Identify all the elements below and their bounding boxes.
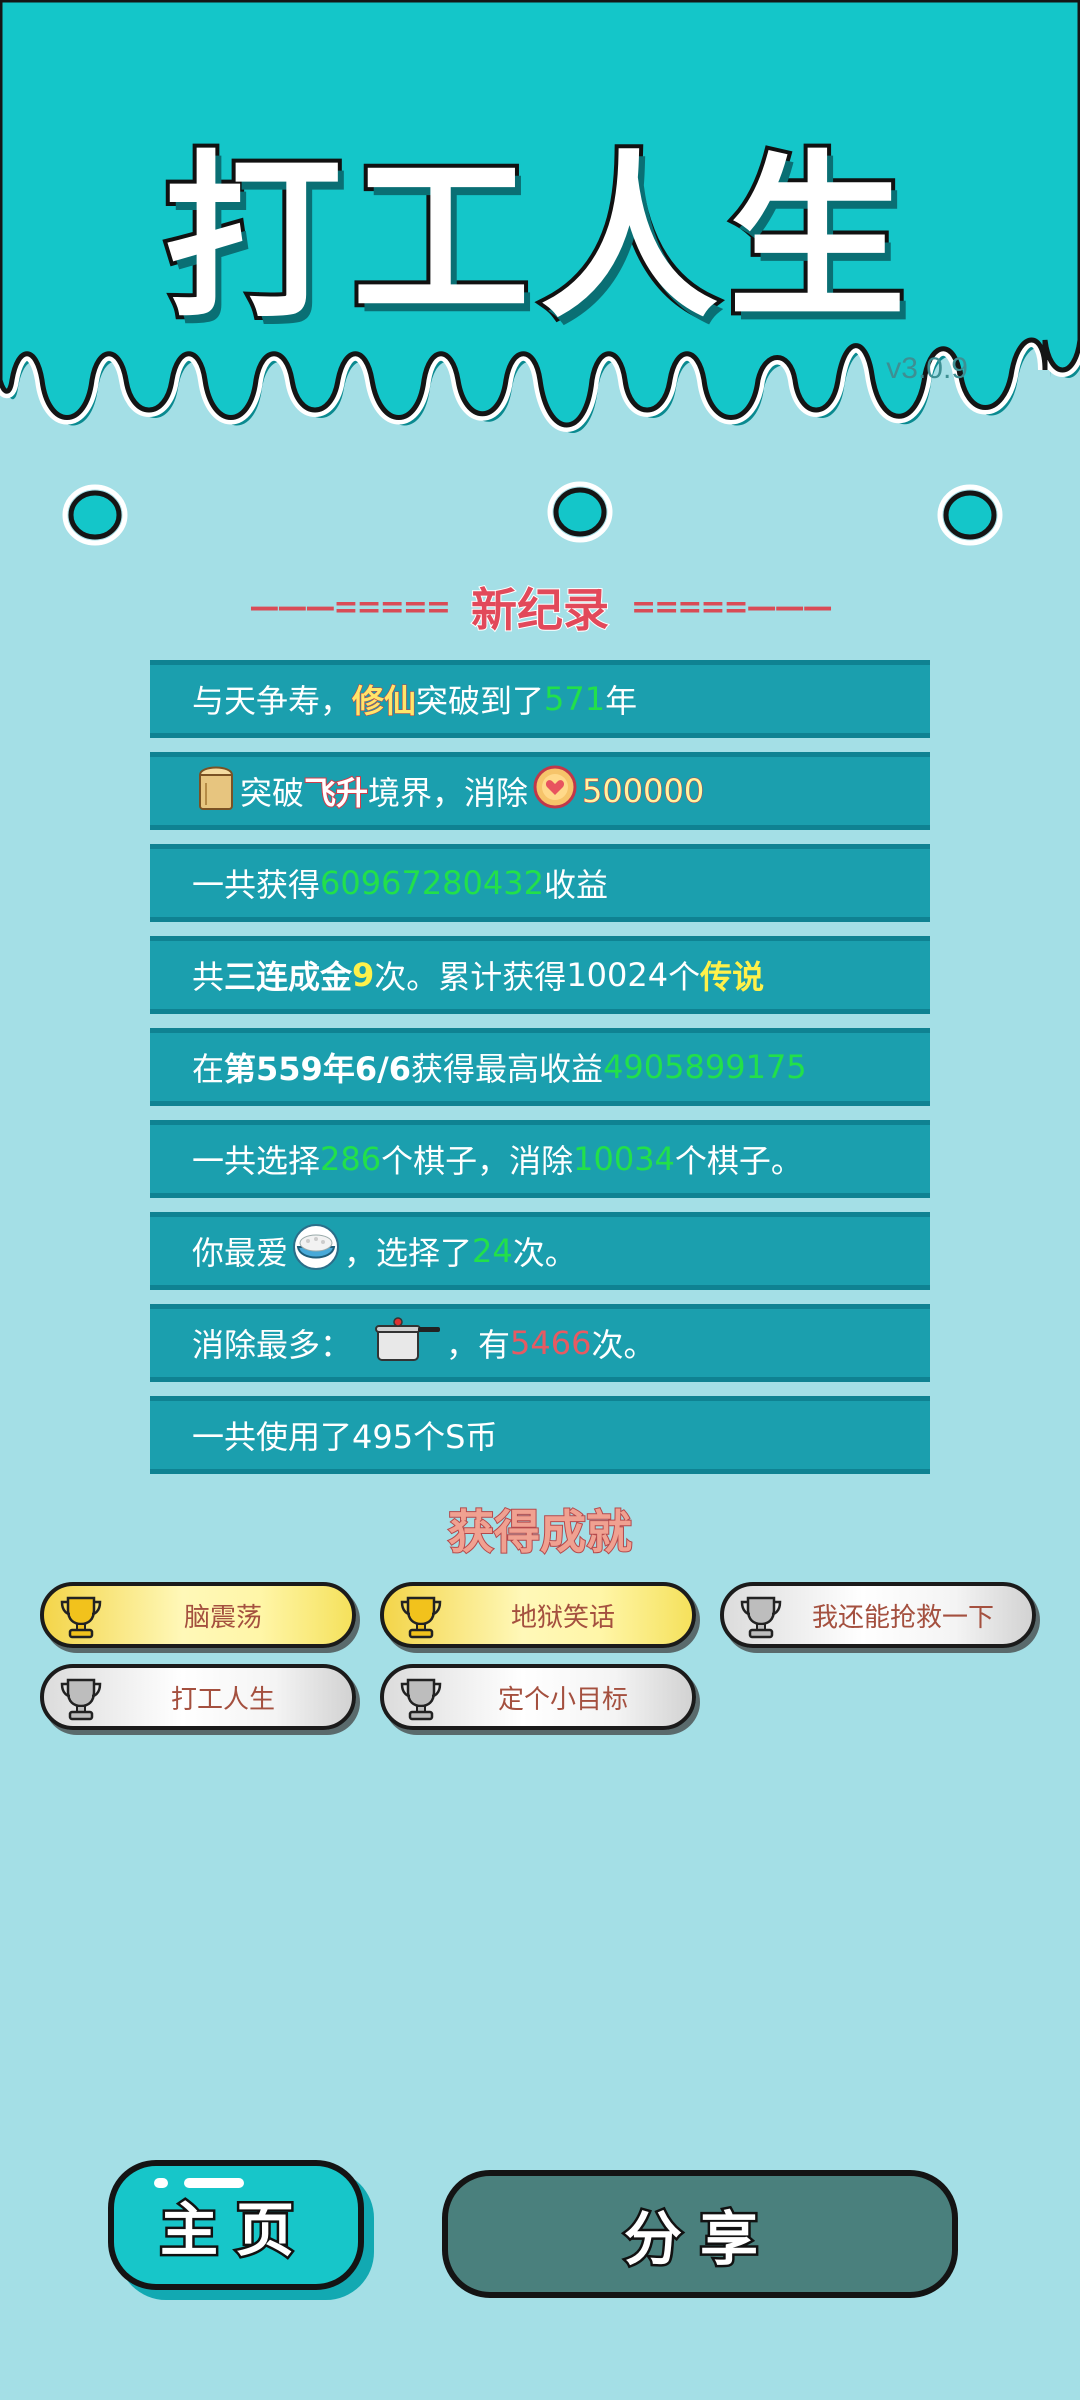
stat-text: 获得最高收益 [411,1050,604,1088]
achievement-badge[interactable]: 地狱笑话 [380,1582,696,1648]
stat-text: 个棋子，消除 [381,1142,574,1180]
stats-list: 与天争寿， 修仙 突破到了 571 年 突破 飞升 境界，消除 500000 一… [150,660,930,1488]
stat-value: 24 [472,1232,513,1270]
trophy-icon [398,1592,444,1644]
stat-text: 一共获得 [192,866,321,904]
stat-row-most-eliminated: 消除最多： ，有 5466 次。 [150,1304,930,1382]
stat-text: 个棋子。 [674,1142,803,1180]
achievement-badge[interactable]: 我还能抢救一下 [720,1582,1036,1648]
trophy-icon [738,1592,784,1644]
stat-value: 10024 [566,956,669,994]
achievement-badge[interactable]: 定个小目标 [380,1664,696,1730]
stat-value: 60967280432 [320,864,544,902]
stat-text: 共 [192,958,225,996]
stat-highlight: 传说 [700,958,765,996]
achievement-label: 脑震荡 [183,1602,262,1633]
stat-text: ，选择了 [344,1234,473,1272]
stat-value: 5466 [510,1324,592,1362]
stat-text: 一共使用了495个S币 [192,1418,498,1456]
stat-value: 4905899175 [603,1048,807,1086]
heading-dash-left: ———===== [249,589,451,625]
heading-dash-right: =====——— [631,589,833,625]
stat-text: 与天争寿， [192,682,353,720]
scroll-icon [196,763,236,819]
version-label: v3.0.9 [886,352,968,385]
achievements-title: 获得成就 [447,1504,633,1560]
stat-text: 突破到了 [416,682,545,720]
trophy-icon [58,1674,104,1726]
achievement-label: 打工人生 [170,1684,275,1715]
app-title: 打工人生 [160,131,916,346]
achievement-label: 我还能抢救一下 [811,1602,994,1633]
trophy-icon [58,1592,104,1644]
stat-row-coins: 一共使用了495个S币 [150,1396,930,1474]
stat-text: 年 [605,682,638,720]
achievement-label: 定个小目标 [497,1684,628,1715]
stat-row-best-income: 在 第559年6/6 获得最高收益 4905899175 [150,1028,930,1106]
stat-date: 第559年6/6 [224,1050,412,1088]
stat-text: ，有 [446,1326,511,1364]
stat-text: 次。累计获得 [374,958,567,996]
trophy-icon [398,1674,444,1726]
stat-value: 571 [544,680,606,718]
home-button[interactable]: 主页 [108,2160,364,2290]
stat-text: 一共选择 [192,1142,321,1180]
stat-row-income: 一共获得 60967280432 收益 [150,844,930,922]
button-shine [184,2178,244,2188]
stat-value: 10034 [573,1140,675,1178]
share-button[interactable]: 分享 [442,2170,958,2298]
share-button-label: 分享 [621,2203,776,2276]
stat-text-bold: 三连成金 [224,958,353,996]
stat-highlight: 飞升 [303,773,369,813]
stat-value: 500000 [582,772,705,811]
stat-text: 次。 [512,1234,577,1272]
button-shine [154,2178,168,2188]
record-heading: ———===== 新纪录 =====——— [0,572,1080,642]
stat-row-pieces: 一共选择 286 个棋子，消除 10034 个棋子。 [150,1120,930,1198]
stat-text: 你最爱 [192,1234,289,1272]
stat-text: 次。 [591,1326,656,1364]
stat-row-triples: 共 三连成金 9 次。累计获得 10024 个 传说 [150,936,930,1014]
stat-text: 境界，消除 [368,774,529,812]
heart-coin-icon [532,764,578,818]
stat-text: 个 [668,958,701,996]
stat-text: 收益 [543,866,608,904]
achievement-badge[interactable]: 打工人生 [40,1664,356,1730]
rice-bowl-icon [292,1223,340,1279]
record-title: 新纪录 [470,582,610,638]
stat-text: 消除最多： [192,1326,353,1364]
stat-row-cultivation: 与天争寿， 修仙 突破到了 571 年 [150,660,930,738]
stat-text: 突破 [240,774,305,812]
stat-value: 9 [352,956,375,994]
stat-text: 在 [192,1050,225,1088]
stat-value: 286 [320,1140,382,1178]
home-button-label: 主页 [157,2194,312,2267]
achievement-label: 地狱笑话 [510,1602,615,1633]
stat-highlight: 修仙 [352,682,417,721]
pressure-cooker-icon [372,1314,442,1372]
header: 打工人生 v3.0.9 [0,0,1080,560]
achievement-badge[interactable]: 脑震荡 [40,1582,356,1648]
stat-row-favorite: 你最爱 ，选择了 24 次。 [150,1212,930,1290]
stat-row-ascension: 突破 飞升 境界，消除 500000 [150,752,930,830]
